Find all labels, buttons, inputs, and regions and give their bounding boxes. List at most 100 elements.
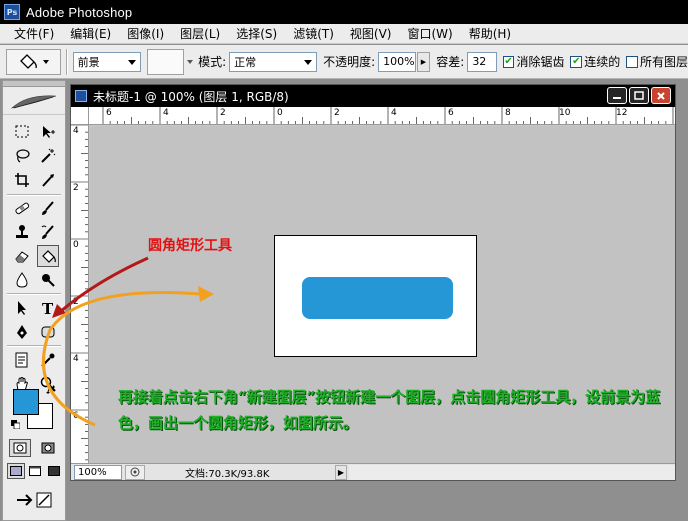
ruler-label: 2 [73,183,79,193]
pattern-picker[interactable] [147,48,194,75]
menu-layer[interactable]: 图层(L) [172,24,228,44]
ruler-label: 4 [391,108,397,118]
history-brush-tool[interactable] [37,221,59,243]
horizontal-ruler[interactable]: 6 4 2 0 2 4 6 8 10 12 [89,107,675,125]
menu-file[interactable]: 文件(F) [6,24,62,44]
notes-tool[interactable] [11,349,33,371]
document-titlebar[interactable]: 未标题-1 @ 100% (图层 1, RGB/8) [71,85,675,107]
marquee-tool[interactable] [11,121,33,143]
eraser-icon [15,251,29,263]
chevron-down-icon [128,59,137,65]
swap-colors-icon[interactable] [46,385,56,395]
quick-mask-button[interactable] [37,439,59,457]
paint-bucket-icon [20,53,50,69]
foreground-color-swatch[interactable] [13,389,39,415]
tool-callout-label: 圆角矩形工具 [148,238,232,254]
document-icon [75,90,87,102]
image-canvas[interactable] [274,235,477,357]
options-separator [65,48,68,75]
menu-view[interactable]: 视图(V) [342,24,400,44]
move-icon [43,126,55,138]
horizontal-scrollbar[interactable] [349,464,675,480]
tolerance-field[interactable]: 32 [467,51,497,72]
chevron-down-icon [304,59,313,65]
minimize-button[interactable] [607,87,627,104]
status-menu-button[interactable]: ▶ [335,464,347,480]
blur-tool[interactable] [11,269,33,291]
slice-tool[interactable] [37,169,59,191]
screen-mode-icon [48,466,60,476]
tool-options-bar: 前景 模式: 正常 不透明度: 100% ▶ 容差: 32 ✔ 消除锯齿 ✔ 连… [0,45,688,79]
clone-stamp-tool[interactable] [11,221,33,243]
ruler-label: 0 [277,108,283,118]
magic-wand-icon [41,148,56,163]
antialias-checkbox[interactable]: ✔ [502,55,515,68]
app-title: Adobe Photoshop [26,4,133,20]
maximize-button[interactable] [629,87,649,104]
type-tool[interactable]: T [37,297,59,319]
opacity-slider-button[interactable]: ▶ [416,51,431,72]
paint-bucket-icon [42,250,56,263]
pen-tool[interactable] [11,321,33,343]
send-to-imageready-icon[interactable] [125,464,145,480]
toolbox-divider [7,345,61,347]
crop-tool[interactable] [11,169,33,191]
arrow-cursor-icon [18,301,26,315]
ruler-label: 2 [73,297,79,307]
ruler-label: 6 [448,108,454,118]
menu-help[interactable]: 帮助(H) [461,24,519,44]
eyedropper-tool[interactable] [37,349,59,371]
default-colors-icon[interactable] [11,419,21,430]
vertical-ruler[interactable]: 4 2 0 2 4 6 [71,125,89,463]
opacity-label: 不透明度: [323,55,376,69]
lasso-tool[interactable] [11,145,33,167]
marquee-icon [15,125,29,138]
full-screen-button[interactable] [45,463,63,479]
jump-to-imageready-button[interactable] [11,489,59,511]
instruction-text: 再接着点击右下角“新建图层”按钮新建一个图层，点击圆角矩形工具，设前景为蓝色，画… [118,388,661,432]
close-icon [657,91,665,100]
pen-icon [17,325,27,339]
photoshop-app: Ps Adobe Photoshop 文件(F) 编辑(E) 图像(I) 图层(… [0,0,688,521]
magic-wand-tool[interactable] [37,145,59,167]
menu-filter[interactable]: 滤镜(T) [285,24,342,44]
standard-screen-button[interactable] [7,463,25,479]
ruler-label: 2 [220,108,226,118]
ruler-label: 0 [73,240,79,250]
menu-window[interactable]: 窗口(W) [399,24,460,44]
dodge-icon [42,274,55,287]
menu-select[interactable]: 选择(S) [228,24,285,44]
toolbox-divider [7,194,61,196]
fill-source-value: 前景 [77,55,100,69]
eyedropper-icon [41,353,55,367]
brush-tool[interactable] [37,197,59,219]
full-screen-menu-button[interactable] [26,463,44,479]
blend-mode-value: 正常 [234,55,257,69]
move-tool[interactable] [37,121,59,143]
tool-preset-picker[interactable] [6,48,61,75]
ruler-label: 2 [334,108,340,118]
feather-logo-icon[interactable] [3,87,65,115]
path-selection-tool[interactable] [11,297,33,319]
opacity-field[interactable]: 100% [378,51,416,72]
standard-mode-button[interactable] [9,439,31,457]
blend-mode-select[interactable]: 正常 [229,51,318,72]
history-brush-icon [41,225,54,239]
eraser-tool[interactable] [11,245,33,267]
ruler-label: 12 [616,108,628,118]
contiguous-checkbox[interactable]: ✔ [570,55,583,68]
menu-edit[interactable]: 编辑(E) [62,24,119,44]
dodge-tool[interactable] [37,269,59,291]
app-titlebar: Ps Adobe Photoshop [0,0,688,24]
close-button[interactable] [651,87,671,104]
maximize-icon [634,91,644,100]
healing-brush-tool[interactable] [11,197,33,219]
rounded-rectangle-tool[interactable] [37,321,59,343]
rounded-rectangle-shape[interactable] [302,277,453,319]
ruler-origin[interactable] [71,107,89,125]
all-layers-checkbox[interactable] [626,55,638,68]
menu-image[interactable]: 图像(I) [119,24,172,44]
fill-source-select[interactable]: 前景 [72,51,142,72]
paint-bucket-tool[interactable] [37,245,59,267]
zoom-field[interactable]: 100% [74,464,122,480]
